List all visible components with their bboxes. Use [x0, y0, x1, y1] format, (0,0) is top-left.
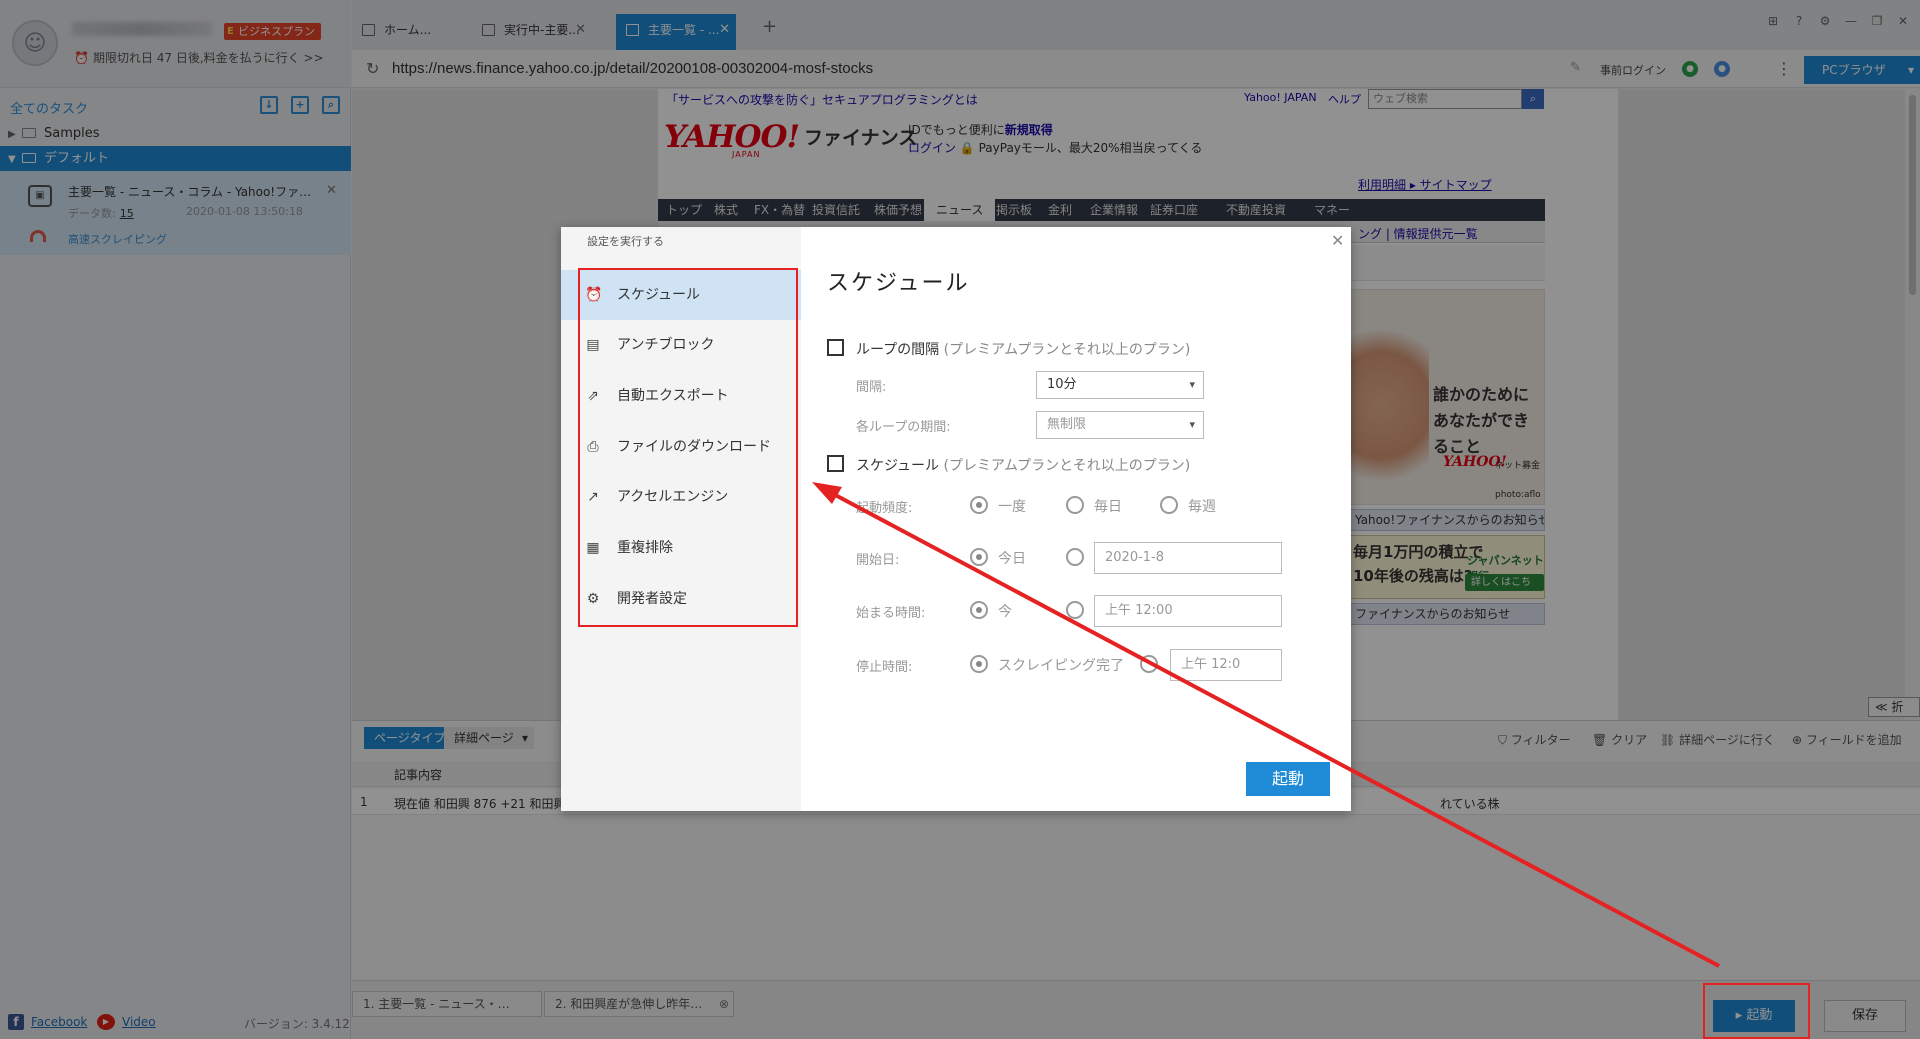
start-now-label[interactable]: 今: [998, 601, 1012, 621]
start-today-radio[interactable]: [970, 548, 988, 566]
freq-once-label[interactable]: 一度: [998, 496, 1026, 516]
settings-menu: 設定を実行する ⏰ スケジュール ▤ アンチブロック ⇗ 自動エクスポート ⎙ ファイル…: [561, 227, 801, 811]
stop-time-label: 停止時間:: [856, 660, 913, 675]
annotation-menu-box: [578, 268, 798, 627]
freq-daily-label[interactable]: 毎日: [1094, 496, 1122, 516]
freq-daily-radio[interactable]: [1066, 496, 1084, 514]
dialog-start-button[interactable]: 起動: [1246, 762, 1330, 796]
start-time-label: 始まる時間:: [856, 606, 926, 621]
schedule-label: スケジュール: [856, 458, 940, 474]
premium-note: (プレミアムプランとそれ以上のプラン): [943, 342, 1191, 358]
dialog-title: 設定を実行する: [587, 235, 664, 248]
start-time-custom-radio[interactable]: [1066, 601, 1084, 619]
loop-period-select[interactable]: 無制限: [1036, 411, 1204, 439]
interval-label: 間隔:: [856, 380, 887, 395]
run-settings-dialog: 設定を実行する ⏰ スケジュール ▤ アンチブロック ⇗ 自動エクスポート ⎙ ファイル…: [561, 227, 1351, 811]
premium-note: (プレミアムプランとそれ以上のプラン): [943, 458, 1191, 474]
loop-period-label: 各ループの期間:: [856, 420, 951, 435]
start-time-input[interactable]: 上午 12:00: [1094, 595, 1282, 627]
loop-interval-label: ループの間隔: [856, 342, 940, 358]
start-date-custom-radio[interactable]: [1066, 548, 1084, 566]
stop-done-label[interactable]: スクレイピング完了: [998, 655, 1124, 675]
schedule-checkbox[interactable]: [827, 455, 844, 472]
frequency-label: 起動頻度:: [856, 501, 913, 516]
start-date-input[interactable]: 2020-1-8: [1094, 542, 1282, 574]
annotation-run-box: [1703, 983, 1810, 1039]
loop-interval-option[interactable]: ループの間隔 (プレミアムプランとそれ以上のプラン): [856, 339, 1190, 359]
schedule-heading: スケジュール: [827, 271, 970, 296]
freq-weekly-radio[interactable]: [1160, 496, 1178, 514]
interval-select[interactable]: 10分: [1036, 371, 1204, 399]
stop-done-radio[interactable]: [970, 655, 988, 673]
start-date-label: 開始日:: [856, 553, 900, 568]
loop-interval-checkbox[interactable]: [827, 339, 844, 356]
freq-weekly-label[interactable]: 毎週: [1188, 496, 1216, 516]
dialog-close-icon[interactable]: ✕: [1331, 231, 1344, 250]
start-now-radio[interactable]: [970, 601, 988, 619]
stop-time-custom-radio[interactable]: [1140, 655, 1158, 673]
stop-time-input[interactable]: 上午 12:0: [1170, 649, 1282, 681]
schedule-option[interactable]: スケジュール (プレミアムプランとそれ以上のプラン): [856, 455, 1190, 475]
start-today-label[interactable]: 今日: [998, 548, 1026, 568]
freq-once-radio[interactable]: [970, 496, 988, 514]
